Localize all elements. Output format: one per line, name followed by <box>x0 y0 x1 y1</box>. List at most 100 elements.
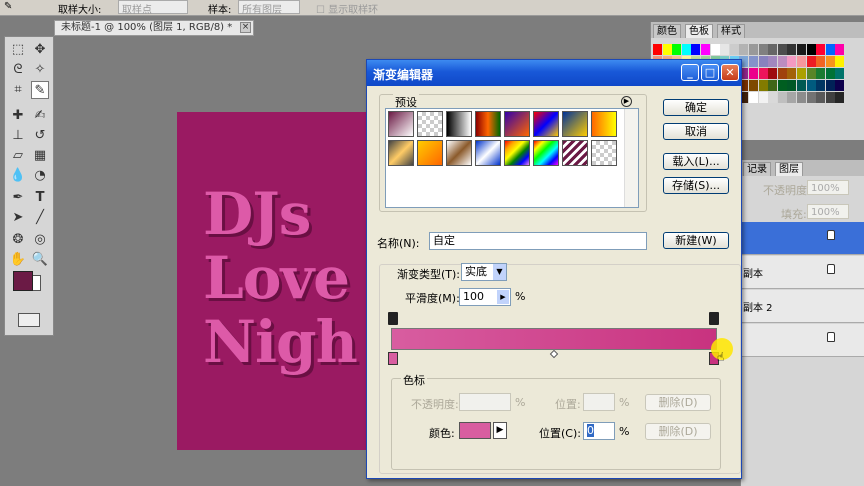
color-stop-left[interactable] <box>388 352 398 365</box>
presets-menu-arrow-icon[interactable]: ▶ <box>621 96 632 107</box>
gradient-preview-bar[interactable] <box>391 328 717 350</box>
swatch-cell[interactable] <box>797 44 806 55</box>
swatch-cell[interactable] <box>835 56 845 67</box>
swatch-cell[interactable] <box>787 92 797 103</box>
color-menu-arrow-icon[interactable]: ▶ <box>493 422 507 439</box>
swatch-cell[interactable] <box>797 56 806 67</box>
swatch-cell[interactable] <box>749 56 758 67</box>
opacity-stop-right[interactable] <box>709 312 719 325</box>
gradient-preset-swatch[interactable] <box>504 111 530 137</box>
quick-mask-icon[interactable] <box>18 313 40 327</box>
swatch-cell[interactable] <box>825 56 835 67</box>
swatch-cell[interactable] <box>672 44 682 55</box>
swatch-cell[interactable] <box>806 44 816 55</box>
swatch-cell[interactable] <box>835 92 845 103</box>
tab-history[interactable]: 记录 <box>743 162 771 176</box>
load-button[interactable]: 载入(L)... <box>663 153 729 170</box>
swatch-cell[interactable] <box>749 92 758 103</box>
swatch-cell[interactable] <box>739 44 749 55</box>
3d-rotate-icon[interactable]: ❂ <box>9 231 27 249</box>
swatch-cell[interactable] <box>825 68 835 79</box>
healing-brush-icon[interactable]: ✚ <box>9 107 27 125</box>
swatch-cell[interactable] <box>768 80 778 91</box>
swatch-cell[interactable] <box>806 80 816 91</box>
close-tab-button[interactable]: × <box>240 22 251 33</box>
swatch-cell[interactable] <box>797 68 806 79</box>
sample-select[interactable]: 所有图层 <box>238 0 300 16</box>
swatch-cell[interactable] <box>710 44 720 55</box>
gradient-tool-icon[interactable]: ▦ <box>31 147 49 165</box>
gradient-preset-swatch[interactable] <box>446 111 472 137</box>
swatch-cell[interactable] <box>653 44 662 55</box>
swatch-cell[interactable] <box>758 92 768 103</box>
swatch-cell[interactable] <box>835 44 845 55</box>
swatch-cell[interactable] <box>768 68 778 79</box>
smoothness-arrow-icon[interactable]: ▶ <box>497 290 509 304</box>
close-dialog-button[interactable]: ✕ <box>721 64 739 81</box>
swatch-cell[interactable] <box>777 80 787 91</box>
tab-styles[interactable]: 样式 <box>717 24 745 38</box>
stop-color-swatch[interactable] <box>459 422 491 439</box>
move-tool-icon[interactable]: ✥ <box>31 41 49 59</box>
gradient-preset-swatch[interactable] <box>562 140 588 166</box>
swatch-cell[interactable] <box>768 56 778 67</box>
swatch-cell[interactable] <box>787 56 797 67</box>
line-tool-icon[interactable]: ╱ <box>31 209 49 227</box>
stamp-tool-icon[interactable]: ⊥ <box>9 127 27 145</box>
swatch-cell[interactable] <box>835 80 845 91</box>
brush-tool-icon[interactable]: ✍ <box>31 107 49 125</box>
swatch-cell[interactable] <box>729 44 739 55</box>
swatch-cell[interactable] <box>749 80 758 91</box>
swatch-cell[interactable] <box>768 92 778 103</box>
presets-scrollbar[interactable] <box>624 109 638 207</box>
foreground-color-swatch[interactable] <box>13 271 33 291</box>
gradient-preset-swatch[interactable] <box>504 140 530 166</box>
swatch-cell[interactable] <box>681 44 691 55</box>
document-tab[interactable]: 未标题-1 @ 100% (图层 1, RGB/8) * × <box>54 20 254 36</box>
minimize-button[interactable]: _ <box>681 64 699 81</box>
swatch-cell[interactable] <box>797 80 806 91</box>
swatch-cell[interactable] <box>701 44 710 55</box>
swatch-cell[interactable] <box>816 56 826 67</box>
path-select-icon[interactable]: ➤ <box>9 209 27 227</box>
swatch-cell[interactable] <box>816 44 826 55</box>
pen-tool-icon[interactable]: ✒ <box>9 189 27 207</box>
swatch-cell[interactable] <box>777 44 787 55</box>
dodge-tool-icon[interactable]: ◔ <box>31 167 49 185</box>
hand-tool-icon[interactable]: ✋ <box>9 251 27 269</box>
eyedropper-icon[interactable]: ✎ <box>4 1 12 12</box>
blur-tool-icon[interactable]: 💧 <box>9 167 27 185</box>
marquee-tool-icon[interactable]: ⬚ <box>9 41 27 59</box>
gradient-preset-swatch[interactable] <box>533 111 559 137</box>
swatch-cell[interactable] <box>758 44 768 55</box>
layer-row[interactable] <box>741 324 864 357</box>
swatch-cell[interactable] <box>720 44 730 55</box>
layer-row[interactable] <box>741 222 864 255</box>
crop-tool-icon[interactable]: ⌗ <box>9 81 27 99</box>
swatch-cell[interactable] <box>806 92 816 103</box>
opacity-stop-left[interactable] <box>388 312 398 325</box>
swatch-cell[interactable] <box>758 56 768 67</box>
swatch-cell[interactable] <box>787 80 797 91</box>
swatch-cell[interactable] <box>825 80 835 91</box>
layer-fill-field[interactable]: 100% <box>807 204 849 219</box>
swatch-cell[interactable] <box>797 92 806 103</box>
zoom-tool-icon[interactable]: 🔍 <box>31 251 49 269</box>
document-canvas[interactable]: DJs Love Nigh <box>177 112 377 450</box>
swatch-cell[interactable] <box>777 92 787 103</box>
swatch-cell[interactable] <box>662 44 672 55</box>
gradient-preset-swatch[interactable] <box>388 140 414 166</box>
swatch-cell[interactable] <box>691 44 701 55</box>
tab-layers[interactable]: 图层 <box>775 162 803 176</box>
swatch-cell[interactable] <box>758 80 768 91</box>
gradient-preset-swatch[interactable] <box>417 111 443 137</box>
swatch-cell[interactable] <box>816 80 826 91</box>
dialog-title-bar[interactable]: 渐变编辑器 _ □ ✕ <box>367 60 741 86</box>
maximize-button[interactable]: □ <box>701 64 719 81</box>
eraser-tool-icon[interactable]: ▱ <box>9 147 27 165</box>
gradient-preset-swatch[interactable] <box>591 140 617 166</box>
swatch-cell[interactable] <box>825 44 835 55</box>
eyedropper-tool-icon[interactable]: ✎ <box>31 81 49 99</box>
swatch-cell[interactable] <box>825 92 835 103</box>
new-button[interactable]: 新建(W) <box>663 232 729 249</box>
